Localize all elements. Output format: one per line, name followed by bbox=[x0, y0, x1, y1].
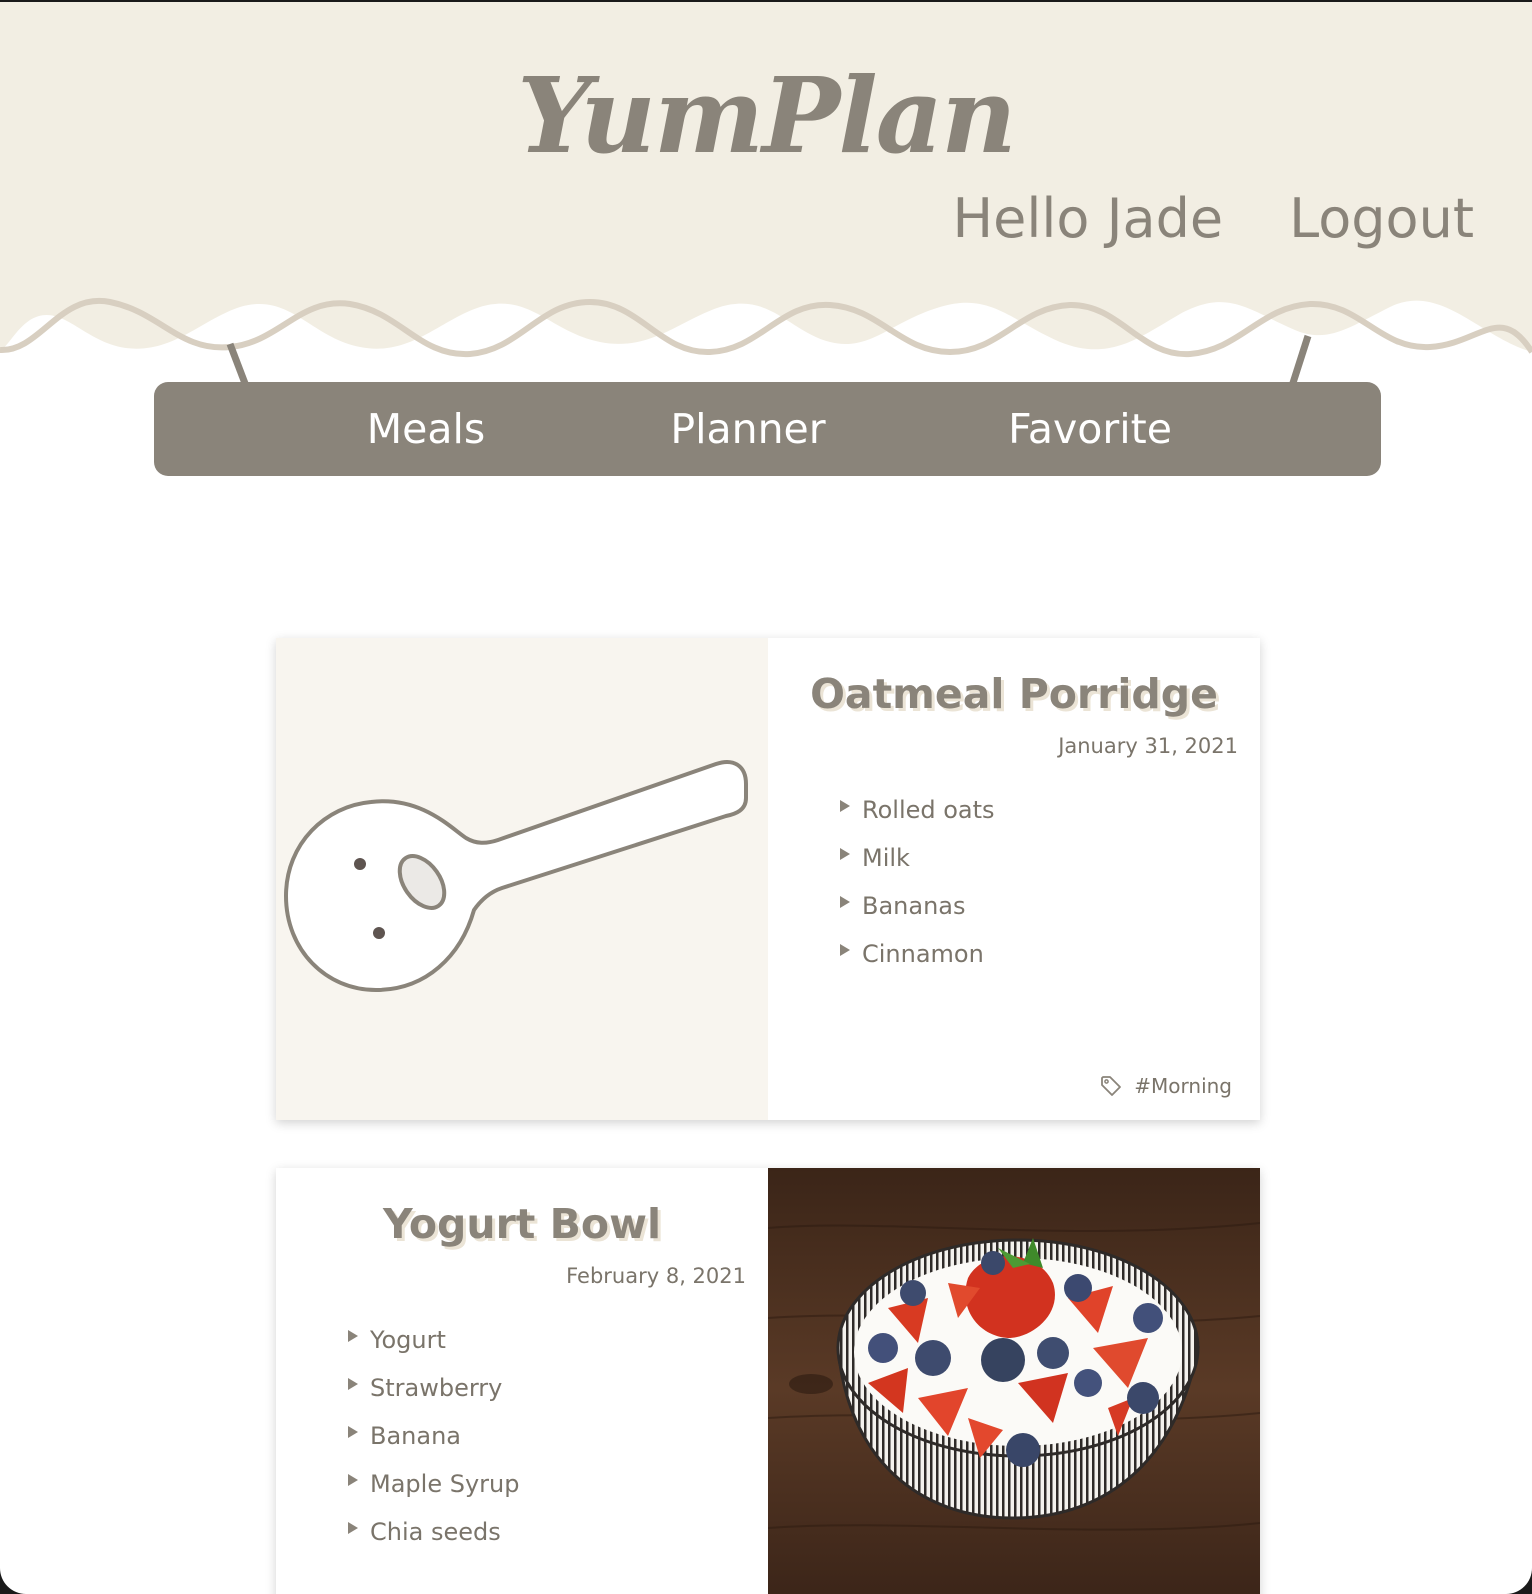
user-nav: Hello Jade Logout bbox=[953, 192, 1474, 246]
logout-link[interactable]: Logout bbox=[1289, 192, 1474, 246]
bullet-icon bbox=[348, 1378, 358, 1390]
yogurt-bowl-photo bbox=[767, 1168, 1260, 1594]
bullet-icon bbox=[348, 1426, 358, 1438]
bullet-icon bbox=[348, 1474, 358, 1486]
list-item: Maple Syrup bbox=[348, 1460, 519, 1508]
bullet-icon bbox=[840, 800, 850, 812]
list-item: Bananas bbox=[840, 882, 995, 930]
meal-title[interactable]: Yogurt Bowl bbox=[276, 1204, 768, 1245]
list-item: Banana bbox=[348, 1412, 519, 1460]
list-item: Milk bbox=[840, 834, 995, 882]
meal-info: Oatmeal Porridge January 31, 2021 Rolled… bbox=[768, 638, 1260, 1120]
meal-info: Yogurt Bowl February 8, 2021 Yogurt Stra… bbox=[276, 1168, 768, 1594]
meal-tag[interactable]: #Morning bbox=[1100, 1074, 1232, 1098]
ingredient-list: Rolled oats Milk Bananas Cinnamon bbox=[840, 786, 995, 978]
bullet-icon bbox=[840, 944, 850, 956]
meal-date: January 31, 2021 bbox=[1058, 734, 1238, 758]
meal-image-placeholder bbox=[276, 638, 768, 1120]
spoon-illustration bbox=[284, 760, 748, 992]
list-item: Yogurt bbox=[348, 1316, 519, 1364]
meal-card[interactable]: Yogurt Bowl February 8, 2021 Yogurt Stra… bbox=[276, 1168, 1260, 1594]
nav-item-meals[interactable]: Meals bbox=[367, 382, 485, 476]
bullet-icon bbox=[840, 896, 850, 908]
awning-pole-right bbox=[1288, 334, 1312, 388]
user-greeting: Hello Jade bbox=[952, 187, 1224, 250]
meal-title[interactable]: Oatmeal Porridge bbox=[768, 674, 1260, 715]
nav-item-planner[interactable]: Planner bbox=[670, 382, 825, 476]
list-item: Strawberry bbox=[348, 1364, 519, 1412]
meal-photo bbox=[767, 1168, 1260, 1594]
awning-pole-left bbox=[226, 342, 250, 388]
meal-card[interactable]: Oatmeal Porridge January 31, 2021 Rolled… bbox=[276, 638, 1260, 1120]
ingredient-list: Yogurt Strawberry Banana Maple Syrup Chi… bbox=[348, 1316, 519, 1556]
list-item: Chia seeds bbox=[348, 1508, 519, 1556]
bullet-icon bbox=[840, 848, 850, 860]
app-logo[interactable]: YumPlan bbox=[0, 64, 1532, 168]
tag-icon bbox=[1101, 1076, 1122, 1096]
page: YumPlan Hello Jade Logout Meals Planner … bbox=[0, 2, 1532, 1594]
nav-item-favorite[interactable]: Favorite bbox=[1008, 382, 1172, 476]
bullet-icon bbox=[348, 1330, 358, 1342]
list-item: Rolled oats bbox=[840, 786, 995, 834]
tag-label: #Morning bbox=[1134, 1074, 1232, 1098]
meal-date: February 8, 2021 bbox=[566, 1264, 746, 1288]
list-item: Cinnamon bbox=[840, 930, 995, 978]
bullet-icon bbox=[348, 1522, 358, 1534]
main-navbar: Meals Planner Favorite bbox=[154, 382, 1381, 476]
